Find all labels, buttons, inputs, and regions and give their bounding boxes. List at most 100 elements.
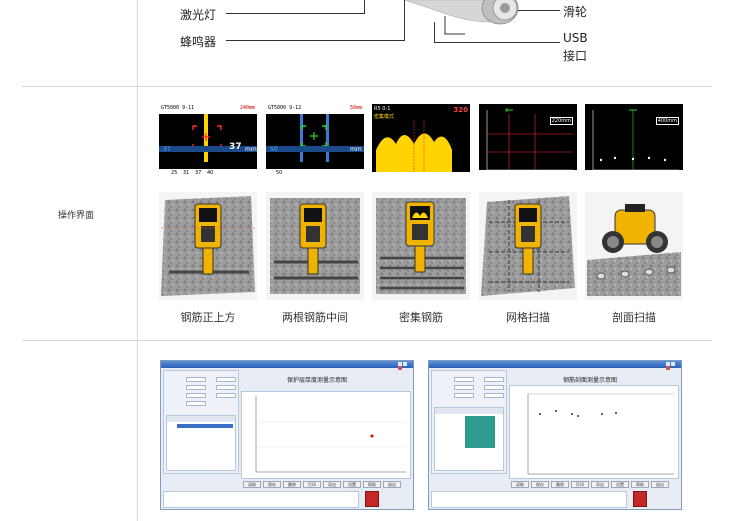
tick-1: 50 [276,170,283,176]
close-button[interactable] [398,366,402,370]
toolbar-button-delete[interactable]: 删除 [283,481,301,488]
screen-header-right: 240mm [239,105,255,111]
toolbar-button-exit[interactable]: 退出 [651,481,669,488]
left-form-panel [431,370,507,474]
brand-logo-icon [633,491,647,507]
maximize-button[interactable] [671,362,675,366]
close-button[interactable] [666,366,670,370]
screen-header-right: 320 [453,106,468,114]
toolbar-button-help[interactable]: 帮助 [631,481,649,488]
form-field[interactable] [216,377,236,382]
photo-profile-scan [585,192,683,300]
rebar-target-graphic [159,114,257,162]
caption-profile-scan: 剖面扫描 [612,311,656,324]
toolbar-button-export[interactable]: 导出 [591,481,609,488]
screen-rebar-above: GT5000 9-11 240mm 37 37 mm 25 31 37 40 [159,104,257,178]
chart-title: 保护层厚度测量示意图 [287,377,348,384]
tick-2: 31 [183,170,190,176]
table-header [167,416,235,422]
form-field[interactable] [186,393,206,398]
toolbar-button-export[interactable]: 导出 [323,481,341,488]
screen-header-left: R5 0-1 [374,106,391,112]
photo-between-rebars [266,192,364,300]
form-field[interactable] [484,385,504,390]
laser-leader-line [226,13,364,14]
left-form-panel [163,370,239,474]
screen-profile-scan: 400mm [585,104,683,178]
toolbar-button-read[interactable]: 读取 [243,481,261,488]
form-field[interactable] [216,385,236,390]
profile-scan-graphic [585,109,683,178]
usb-leader-line [434,42,560,43]
rebar-profile-plot [527,393,674,475]
form-field[interactable] [454,385,474,390]
screen-header-right: 50mm [349,105,362,111]
section-divider-2 [22,340,712,341]
form-field[interactable] [186,377,206,382]
window-title-bar [429,361,681,370]
device-on-concrete-image [481,196,575,296]
form-field[interactable] [454,393,474,398]
photo-rebar-above [159,192,257,300]
toolbar-button-read[interactable]: 读取 [511,481,529,488]
window-title-bar [161,361,413,370]
form-field[interactable] [216,393,236,398]
screen-bottom-unit: mm [350,146,362,153]
photo-grid-scan [479,192,577,300]
toolbar-button-save[interactable]: 保存 [531,481,549,488]
tick-3: 37 [195,170,202,176]
form-field[interactable] [186,385,206,390]
tick-4: 40 [207,170,214,176]
form-field[interactable] [484,377,504,382]
toolbar-button-delete[interactable]: 删除 [551,481,569,488]
form-field[interactable] [454,377,474,382]
caption-rebar-above: 钢筋正上方 [180,311,236,324]
dense-waveform [372,120,470,178]
screen-header-left: GT5000 9-11 [161,105,195,111]
chart-area [509,385,679,479]
rebar-target-graphic [266,114,364,162]
data-table[interactable] [166,415,236,471]
toolbar-button-print[interactable]: 打印 [303,481,321,488]
toolbar-button-help[interactable]: 帮助 [363,481,381,488]
pulley-leader-line [518,10,560,11]
table-column-highlight [465,416,495,448]
section-divider-1 [22,86,712,87]
device-on-concrete-image [376,198,466,294]
usb-label: USB [563,31,588,45]
toolbar-button-print[interactable]: 打印 [571,481,589,488]
screen-footer: 25 31 37 40 [159,169,257,178]
toolbar-button-settings[interactable]: 设置 [343,481,361,488]
window-controls [665,362,679,370]
caption-grid-scan: 网格扫描 [506,311,550,324]
caption-dense-rebar: 密集钢筋 [399,311,443,324]
laser-leader-riser [364,0,365,14]
screen-mode-label: 密集模式 [374,114,395,120]
chart-area [241,391,411,479]
status-log-panel [431,491,627,508]
software-window-rebar-profile: 钢筋剖面测量示意图 读取 保存 删除 打印 导出 设置 帮助 退出 [428,360,682,510]
screen-bottom-value: 50 [270,146,278,153]
photo-dense-rebar [372,192,470,300]
brand-logo-icon [365,491,379,507]
screen-header-left: GT5000 9-12 [268,105,302,111]
chart-title: 钢筋剖面测量示意图 [563,377,618,384]
screen-big-unit: mm [245,146,257,153]
caption-between-rebars: 两根钢筋中间 [282,311,348,324]
device-on-concrete-image [161,196,257,296]
status-log-panel [163,491,359,508]
window-controls [397,362,411,370]
toolbar-button-save[interactable]: 保存 [263,481,281,488]
software-window-cover-thickness: 保护层厚度测量示意图 读取 保存 删除 打印 导出 设置 帮助 退出 [160,360,414,510]
buzzer-label: 蜂鸣器 [180,35,217,49]
device-on-concrete-image [270,198,360,294]
usb-port-label: 接口 [563,49,588,63]
toolbar-button-exit[interactable]: 退出 [383,481,401,488]
grid-scan-graphic [479,108,577,178]
form-field[interactable] [186,401,206,406]
toolbar-button-settings[interactable]: 设置 [611,481,629,488]
table-row-selected[interactable] [177,424,233,428]
form-field[interactable] [484,393,504,398]
maximize-button[interactable] [403,362,407,366]
data-table[interactable] [434,407,504,471]
